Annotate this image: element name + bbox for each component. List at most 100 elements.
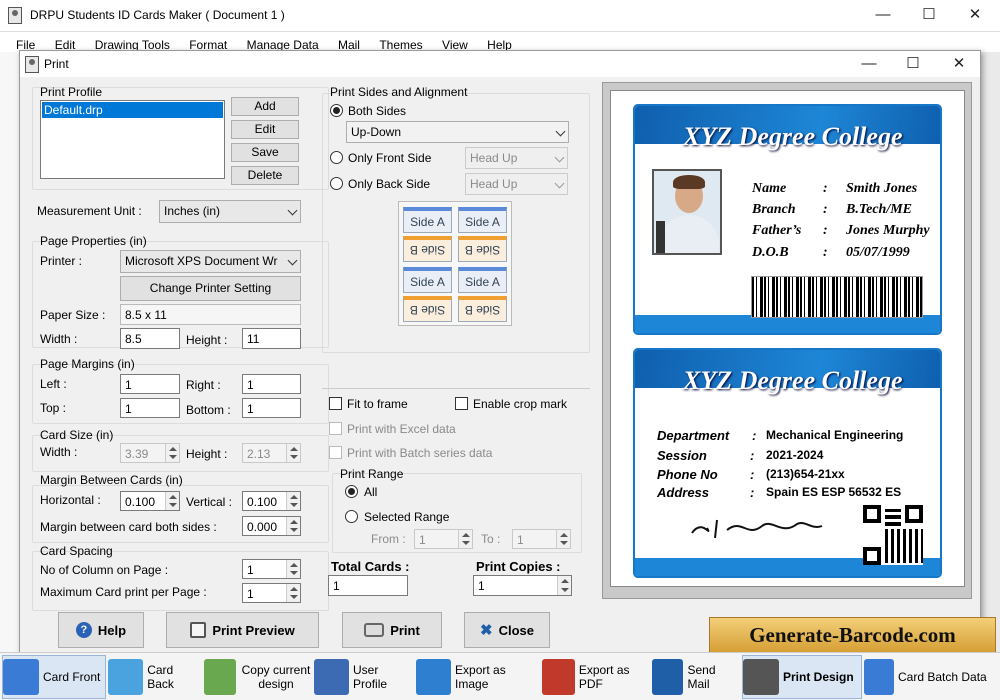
phone-value: (213)654-21xx: [766, 467, 845, 481]
dialog-maximize-button[interactable]: ☐: [890, 49, 936, 79]
spinner-icon[interactable]: [286, 584, 300, 602]
paper-size-label: Paper Size :: [40, 308, 106, 322]
menu-format[interactable]: Format: [173, 32, 227, 52]
print-copies-label: Print Copies :: [476, 559, 561, 574]
spinner-icon: [165, 444, 179, 462]
horizontal-value: 0.100: [125, 495, 156, 509]
field-sep: :: [750, 467, 755, 482]
measurement-unit-select[interactable]: Inches (in): [159, 200, 301, 223]
crop-mark-checkbox[interactable]: [455, 397, 468, 410]
print-copies-input[interactable]: 1: [473, 575, 572, 596]
menu-help[interactable]: Help: [471, 32, 512, 52]
print-preview-button[interactable]: Print Preview: [166, 612, 319, 648]
total-cards-input[interactable]: 1: [328, 575, 408, 596]
menu-drawing-tools[interactable]: Drawing Tools: [79, 32, 170, 52]
fit-frame-checkbox[interactable]: [329, 397, 342, 410]
chevron-down-icon: [287, 255, 298, 266]
paper-size-field[interactable]: 8.5 x 11: [120, 304, 301, 325]
menu-mail[interactable]: Mail: [322, 32, 360, 52]
card-back-button[interactable]: Card Back: [108, 655, 202, 699]
field-key: Phone No: [657, 467, 718, 482]
copy-design-button[interactable]: Copy current design: [204, 655, 312, 699]
columns-input[interactable]: 1: [242, 559, 301, 579]
print-copies-value: 1: [478, 579, 485, 593]
card-spacing-label: Card Spacing: [40, 544, 113, 558]
college-name: XYZ Degree College: [683, 122, 903, 151]
range-all-radio[interactable]: [345, 485, 358, 498]
back-side-radio[interactable]: [330, 177, 343, 190]
save-profile-button[interactable]: Save: [231, 143, 299, 162]
print-design-icon: [743, 659, 779, 695]
menu-themes[interactable]: Themes: [363, 32, 422, 52]
copy-design-label: Copy current design: [241, 663, 311, 691]
spinner-icon: [458, 530, 472, 548]
spinner-icon[interactable]: [286, 517, 300, 535]
dialog-title: Print: [44, 57, 69, 71]
both-sides-radio[interactable]: [330, 104, 343, 117]
both-sides-mode-select[interactable]: Up-Down: [346, 121, 569, 143]
margin-right-input[interactable]: 1: [242, 374, 301, 394]
fit-frame-label: Fit to frame: [347, 397, 408, 411]
vertical-input[interactable]: 0.100: [242, 491, 301, 511]
college-name: XYZ Degree College: [683, 366, 903, 395]
print-design-button[interactable]: Print Design: [742, 655, 862, 699]
user-profile-button[interactable]: User Profile: [314, 655, 414, 699]
close-app-button[interactable]: ✕: [952, 0, 998, 30]
print-range-label: Print Range: [340, 467, 404, 481]
margin-left-input[interactable]: 1: [120, 374, 180, 394]
photo-hair: [673, 175, 705, 189]
send-mail-button[interactable]: Send Mail: [652, 655, 740, 699]
print-button[interactable]: Print: [342, 612, 442, 648]
add-profile-button[interactable]: Add: [231, 97, 299, 116]
profile-list[interactable]: Default.drp: [40, 100, 225, 179]
address-value: Spain ES ESP 56532 ES: [766, 485, 902, 499]
dialog-minimize-button[interactable]: —: [846, 49, 892, 79]
card-batch-button[interactable]: Card Batch Data: [864, 655, 998, 699]
margin-both-sides-input[interactable]: 0.000: [242, 516, 301, 536]
copy-design-icon: [204, 659, 236, 695]
spinner-icon[interactable]: [165, 492, 179, 510]
change-printer-button[interactable]: Change Printer Setting: [120, 276, 301, 301]
range-selected-radio[interactable]: [345, 510, 358, 523]
edit-profile-button[interactable]: Edit: [231, 120, 299, 139]
field-key: Name: [752, 181, 787, 196]
menu-view[interactable]: View: [426, 32, 468, 52]
horizontal-input[interactable]: 0.100: [120, 491, 180, 511]
export-image-icon: [416, 659, 452, 695]
dialog-close-button[interactable]: ✕: [936, 49, 982, 79]
page-width-input[interactable]: 8.5: [120, 328, 180, 349]
spinner-icon[interactable]: [286, 492, 300, 510]
range-from-label: From :: [371, 532, 406, 546]
qr-finder: [863, 547, 881, 565]
card-front-button[interactable]: Card Front: [2, 655, 106, 699]
spinner-icon[interactable]: [557, 576, 571, 595]
spinner-icon[interactable]: [286, 560, 300, 578]
field-sep: :: [750, 485, 755, 500]
student-name-value: Smith Jones: [846, 181, 918, 196]
card-width-value: 3.39: [125, 447, 149, 461]
margin-bottom-input[interactable]: 1: [242, 398, 301, 418]
help-button[interactable]: ? Help: [58, 612, 144, 648]
send-mail-icon: [652, 659, 684, 695]
height-label: Height :: [186, 333, 228, 347]
profile-list-item[interactable]: Default.drp: [42, 102, 223, 118]
field-key: Address: [657, 485, 710, 500]
close-button[interactable]: ✖ Close: [464, 612, 550, 648]
export-image-button[interactable]: Export as Image: [416, 655, 540, 699]
vertical-value: 0.100: [247, 495, 278, 509]
printer-select[interactable]: Microsoft XPS Document Wr: [120, 250, 301, 273]
menu-file[interactable]: File: [0, 32, 35, 52]
margin-top-input[interactable]: 1: [120, 398, 180, 418]
range-all-label: All: [364, 485, 378, 499]
minimize-button[interactable]: —: [860, 0, 906, 30]
maximize-button[interactable]: ☐: [906, 0, 952, 30]
export-pdf-button[interactable]: Export as PDF: [542, 655, 650, 699]
side-a-tile: Side A: [403, 267, 452, 293]
delete-profile-button[interactable]: Delete: [231, 166, 299, 185]
page-height-input[interactable]: 11: [242, 328, 301, 349]
menu-edit[interactable]: Edit: [39, 32, 76, 52]
front-side-radio[interactable]: [330, 151, 343, 164]
menu-manage-data[interactable]: Manage Data: [231, 32, 319, 52]
left-toolbar-strip: [0, 52, 20, 652]
max-cards-input[interactable]: 1: [242, 583, 301, 603]
